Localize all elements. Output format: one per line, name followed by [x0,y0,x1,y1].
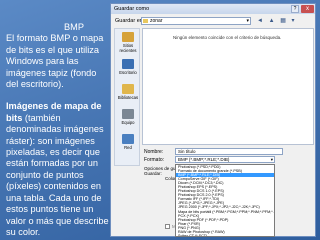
format-option[interactable]: JPEG 2000 (*.JPF;*.JPX;*.JP2;*.J2C;*.J2K… [176,205,274,209]
thumbnail-checkbox[interactable] [165,224,170,230]
slide-paragraph-2-rest: (también denominadas imágenes ráster): s… [6,112,109,237]
slide-paragraph-2: Imágenes de mapa de bits (también denomi… [6,101,110,238]
name-label: Nombre: [144,149,164,155]
place-network-label: Red [124,145,132,150]
toolbar-icons[interactable]: ◄ ▲ ▦ ▾ [257,17,297,24]
place-desktop-label: Escritorio [119,70,137,75]
save-in-value: zonar [150,18,163,24]
network-icon [122,134,134,144]
name-value: Sin título [178,149,196,154]
format-option[interactable]: Scitex CT (*.SCT) [176,234,274,236]
format-dropdown-list[interactable]: Photoshop (*.PSD;*.PDD) Formato de docume… [175,164,275,237]
save-in-select[interactable]: zonar ▾ [141,17,251,25]
format-label: Formato: [144,157,165,163]
recent-places-icon [122,32,134,42]
dialog-title: Guardar como [114,6,150,12]
place-recent-label: Sitios recientes [119,43,137,53]
chevron-down-icon: ▾ [246,18,249,24]
slide-paragraph-1: El formato BMP o mapa de bits es el que … [6,33,104,90]
save-as-dialog: Guardar como ? x Guardar en: zonar ▾ ◄ ▲… [110,3,316,237]
place-libraries[interactable]: Bibliotecas [115,84,141,100]
libraries-icon [122,84,134,94]
dialog-titlebar: Guardar como ? x [111,4,315,14]
close-icon[interactable]: x [301,5,314,13]
place-computer[interactable]: Equipo [115,109,141,125]
slide-title: BMP [64,22,84,32]
place-libraries-label: Bibliotecas [117,95,139,100]
computer-icon [122,109,134,119]
help-icon[interactable]: ? [291,5,299,13]
format-option[interactable]: Mapa de bits portátil (*.PBM;*.PGM;*.PPM… [176,210,274,214]
place-computer-label: Equipo [121,120,135,125]
save-in-label: Guardar en: [115,18,145,24]
places-bar: Sitios recientes Escritorio Bibliotecas … [114,28,140,166]
file-list[interactable]: Ningún elemento coincide con el criterio… [142,28,314,145]
save-label: Guardar: [144,171,162,176]
folder-icon [143,19,148,23]
slide-text: BMP El formato BMP o mapa de bits es el … [6,22,110,240]
place-recent[interactable]: Sitios recientes [115,32,141,53]
place-network[interactable]: Red [115,134,141,150]
empty-message: Ningún elemento coincide con el criterio… [173,35,282,40]
place-desktop[interactable]: Escritorio [115,59,141,75]
name-field[interactable]: Sin título [175,148,283,155]
format-select[interactable]: BMP (*.BMP;*.RLE;*.DIB) ▾ [175,156,275,163]
format-value: BMP (*.BMP;*.RLE;*.DIB) [178,157,230,162]
desktop-icon [122,59,134,69]
chevron-down-icon: ▾ [270,157,273,162]
